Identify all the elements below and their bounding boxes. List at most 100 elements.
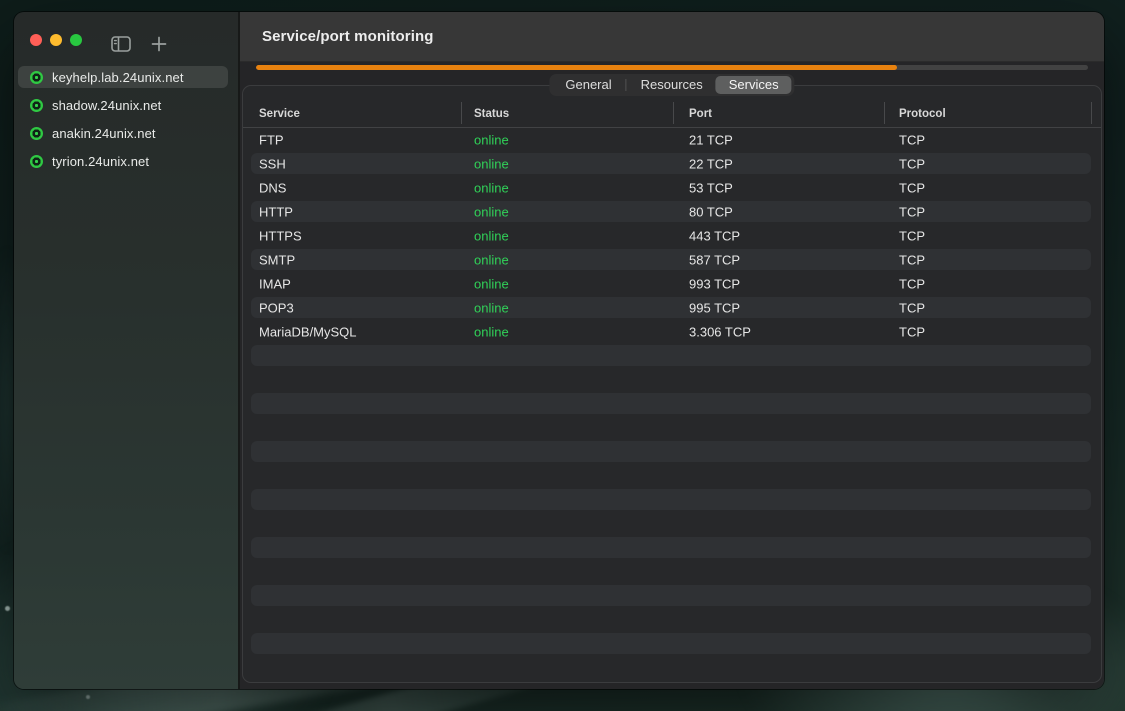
sidebar-item-server[interactable]: anakin.24unix.net [18, 122, 228, 144]
cell-protocol: TCP [899, 253, 925, 268]
cell-protocol: TCP [899, 277, 925, 292]
column-separator [1091, 102, 1092, 124]
table-row-empty [243, 512, 1101, 536]
close-button[interactable] [30, 34, 42, 46]
cell-port: 443 TCP [689, 229, 740, 244]
column-header-status[interactable]: Status [474, 108, 509, 120]
table-row[interactable]: POP3 online 995 TCP TCP [243, 296, 1101, 320]
server-name: anakin.24unix.net [52, 126, 156, 141]
sidebar-toggle-button[interactable] [111, 36, 131, 52]
cell-status: online [474, 325, 509, 340]
server-name: tyrion.24unix.net [52, 154, 149, 169]
scan-progress-bar [256, 65, 1088, 70]
cell-service: MariaDB/MySQL [259, 325, 357, 340]
cell-status: online [474, 133, 509, 148]
wallpaper-star [5, 606, 10, 611]
cell-service: POP3 [259, 301, 294, 316]
table-row-empty [243, 392, 1101, 416]
services-table-panel: Service Status Port Protocol FTP online 21… [242, 85, 1102, 683]
cell-service: HTTP [259, 205, 293, 220]
cell-port: 3.306 TCP [689, 325, 751, 340]
sidebar-item-server[interactable]: keyhelp.lab.24unix.net [18, 66, 228, 88]
cell-status: online [474, 205, 509, 220]
traffic-lights [30, 34, 82, 46]
progress-fill [256, 65, 897, 70]
table-row[interactable]: DNS online 53 TCP TCP [243, 176, 1101, 200]
server-name: keyhelp.lab.24unix.net [52, 70, 184, 85]
column-separator [461, 102, 462, 124]
add-server-button[interactable] [151, 36, 167, 52]
table-row-empty [243, 440, 1101, 464]
table-row-empty [243, 368, 1101, 392]
cell-protocol: TCP [899, 133, 925, 148]
cell-protocol: TCP [899, 157, 925, 172]
desktop: { "window": { "title": "Service/port mon… [0, 0, 1125, 711]
cell-status: online [474, 277, 509, 292]
table-row-empty [243, 584, 1101, 608]
titlebar: Service/port monitoring [240, 12, 1104, 62]
cell-service: SSH [259, 157, 286, 172]
server-online-icon [30, 155, 43, 168]
sidebar-item-server[interactable]: shadow.24unix.net [18, 94, 228, 116]
table-row-empty [243, 560, 1101, 584]
table-body: FTP online 21 TCP TCP SSH online 22 TCP TCP DNS o… [243, 128, 1101, 682]
server-list: keyhelp.lab.24unix.net shadow.24unix.net a… [18, 66, 228, 178]
app-window: keyhelp.lab.24unix.net shadow.24unix.net a… [14, 12, 1104, 689]
table-row-empty [243, 488, 1101, 512]
cell-port: 587 TCP [689, 253, 740, 268]
tab-separator [626, 79, 627, 91]
cell-port: 993 TCP [689, 277, 740, 292]
table-row-empty [243, 536, 1101, 560]
wallpaper-star [86, 695, 90, 699]
cell-port: 22 TCP [689, 157, 733, 172]
table-row[interactable]: MariaDB/MySQL online 3.306 TCP TCP [243, 320, 1101, 344]
zoom-button[interactable] [70, 34, 82, 46]
table-row-empty [243, 608, 1101, 632]
column-header-port[interactable]: Port [689, 108, 712, 120]
cell-service: HTTPS [259, 229, 302, 244]
cell-port: 995 TCP [689, 301, 740, 316]
cell-protocol: TCP [899, 181, 925, 196]
cell-status: online [474, 253, 509, 268]
cell-protocol: TCP [899, 325, 925, 340]
tab-general[interactable]: General [552, 76, 624, 94]
cell-protocol: TCP [899, 205, 925, 220]
cell-service: SMTP [259, 253, 295, 268]
column-separator [884, 102, 885, 124]
server-name: shadow.24unix.net [52, 98, 161, 113]
cell-protocol: TCP [899, 229, 925, 244]
cell-service: DNS [259, 181, 286, 196]
cell-status: online [474, 181, 509, 196]
table-row-empty [243, 416, 1101, 440]
server-online-icon [30, 71, 43, 84]
table-row[interactable]: IMAPonline993 TCPTCP [243, 272, 1101, 296]
cell-port: 53 TCP [689, 181, 733, 196]
table-row[interactable]: SSH online 22 TCP TCP [243, 152, 1101, 176]
main-content: Service/port monitoring GeneralResources… [240, 12, 1104, 689]
cell-service: FTP [259, 133, 284, 148]
table-row[interactable]: FTP online 21 TCP TCP [243, 128, 1101, 152]
tab-resources[interactable]: Resources [628, 76, 716, 94]
cell-status: online [474, 301, 509, 316]
cell-status: online [474, 157, 509, 172]
cell-status: online [474, 229, 509, 244]
column-header-service[interactable]: Service [259, 108, 300, 120]
cell-port: 21 TCP [689, 133, 733, 148]
server-online-icon [30, 127, 43, 140]
cell-protocol: TCP [899, 301, 925, 316]
table-row[interactable]: HTTPonline80 TCPTCP [243, 200, 1101, 224]
tab-services[interactable]: Services [716, 76, 792, 94]
sidebar-toggle-icon [111, 36, 131, 52]
page-title: Service/port monitoring [262, 28, 434, 45]
table-row[interactable]: SMTP online 587 TCP TCP [243, 248, 1101, 272]
table-row-empty [243, 656, 1101, 680]
sidebar-toolbar [111, 36, 167, 52]
table-row-empty [243, 464, 1101, 488]
add-icon [151, 36, 167, 52]
sidebar-item-server[interactable]: tyrion.24unix.net [18, 150, 228, 172]
sidebar: keyhelp.lab.24unix.net shadow.24unix.net a… [14, 12, 240, 689]
server-online-icon [30, 99, 43, 112]
column-header-protocol[interactable]: Protocol [899, 108, 946, 120]
minimize-button[interactable] [50, 34, 62, 46]
table-row[interactable]: HTTPS online 443 TCP TCP [243, 224, 1101, 248]
